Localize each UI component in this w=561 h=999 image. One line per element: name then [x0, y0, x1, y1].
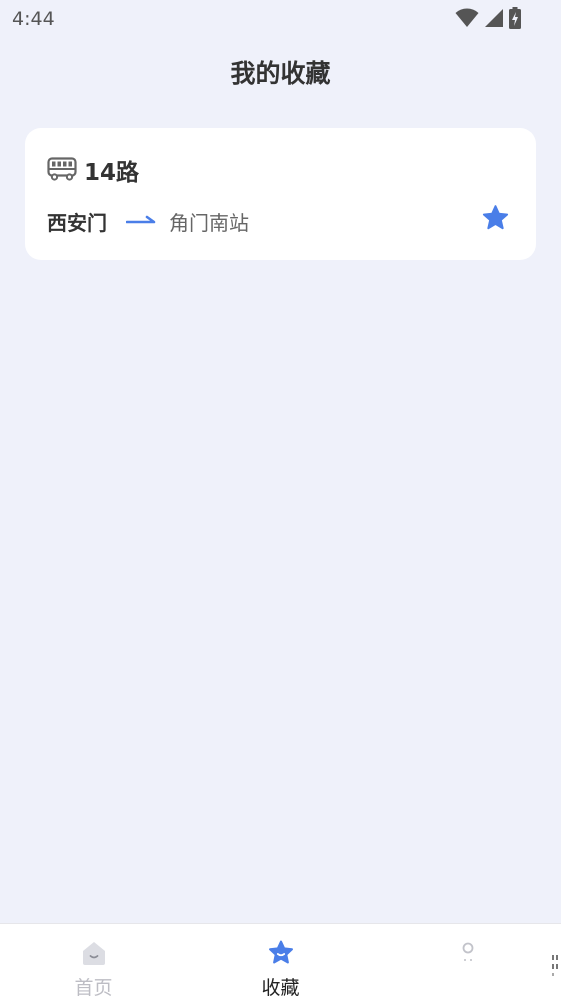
status-bar: 4:44: [0, 0, 561, 40]
wifi-icon: [455, 8, 479, 27]
signal-icon: [485, 9, 503, 27]
direction-arrow-icon: [126, 215, 156, 224]
edge-handle-icon: [552, 955, 558, 976]
favorite-star-icon[interactable]: [481, 204, 510, 232]
nav-item-home[interactable]: 首页: [0, 924, 187, 999]
status-time: 4:44: [12, 8, 55, 30]
favorite-route-card[interactable]: 14路 西安门 角门南站: [25, 128, 536, 260]
status-icons: [455, 7, 521, 29]
nav-item-favorites[interactable]: 收藏: [187, 924, 374, 999]
home-icon: [82, 942, 105, 965]
bus-icon: [47, 157, 77, 181]
favorites-screen: 4:44 我的收藏 14路 西安门 角门南站 首页 收藏: [0, 0, 561, 999]
route-name: 14路: [84, 160, 140, 186]
end-station: 角门南站: [169, 211, 249, 235]
nav-label-home: 首页: [74, 977, 113, 999]
nav-label-favorites: 收藏: [261, 977, 300, 999]
bottom-nav: 首页 收藏: [0, 923, 561, 999]
star-icon: [268, 940, 293, 964]
start-station: 西安门: [47, 211, 107, 235]
battery-charging-icon: [509, 7, 521, 29]
profile-icon: [462, 942, 473, 961]
page-title: 我的收藏: [230, 59, 331, 88]
nav-item-profile[interactable]: [374, 924, 561, 999]
